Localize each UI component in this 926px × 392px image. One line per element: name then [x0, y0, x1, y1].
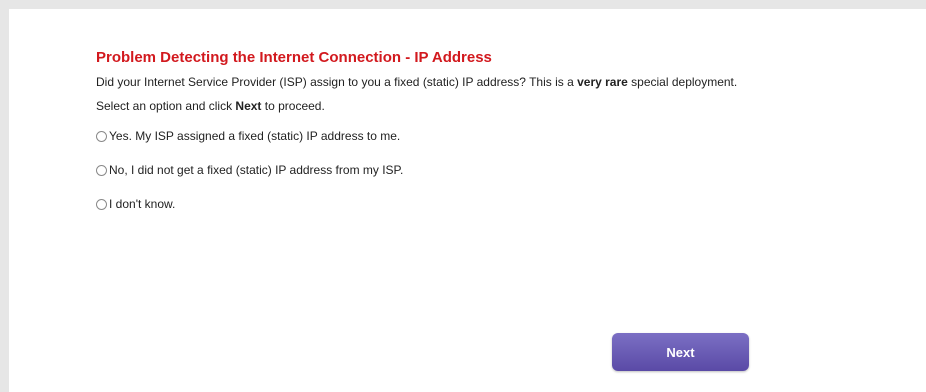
- radio-button[interactable]: [96, 130, 107, 142]
- instruction-part2: to proceed.: [261, 99, 325, 113]
- radio-button[interactable]: [96, 164, 107, 176]
- instruction-emphasis: Next: [235, 99, 262, 113]
- option-static-ip-yes[interactable]: Yes. My ISP assigned a fixed (static) IP…: [96, 129, 876, 143]
- option-label: Yes. My ISP assigned a fixed (static) IP…: [109, 129, 401, 143]
- page-title: Problem Detecting the Internet Connectio…: [96, 49, 492, 66]
- radio-button[interactable]: [96, 198, 107, 210]
- option-label: I don't know.: [109, 197, 176, 211]
- option-static-ip-no[interactable]: No, I did not get a fixed (static) IP ad…: [96, 163, 876, 177]
- option-dont-know[interactable]: I don't know.: [96, 197, 876, 211]
- instruction-text: Select an option and click Next to proce…: [96, 99, 876, 113]
- ip-option-group: Yes. My ISP assigned a fixed (static) IP…: [96, 129, 876, 211]
- question-text-part2: special deployment.: [627, 75, 738, 89]
- question-text-part1: Did your Internet Service Provider (ISP)…: [96, 75, 578, 89]
- setup-content: Problem Detecting the Internet Connectio…: [96, 49, 876, 231]
- instruction-part1: Select an option and click: [96, 99, 236, 113]
- option-label: No, I did not get a fixed (static) IP ad…: [109, 163, 404, 177]
- next-button[interactable]: Next: [612, 333, 749, 371]
- isp-question-text: Did your Internet Service Provider (ISP)…: [96, 75, 816, 89]
- question-text-emphasis: very rare: [577, 75, 628, 89]
